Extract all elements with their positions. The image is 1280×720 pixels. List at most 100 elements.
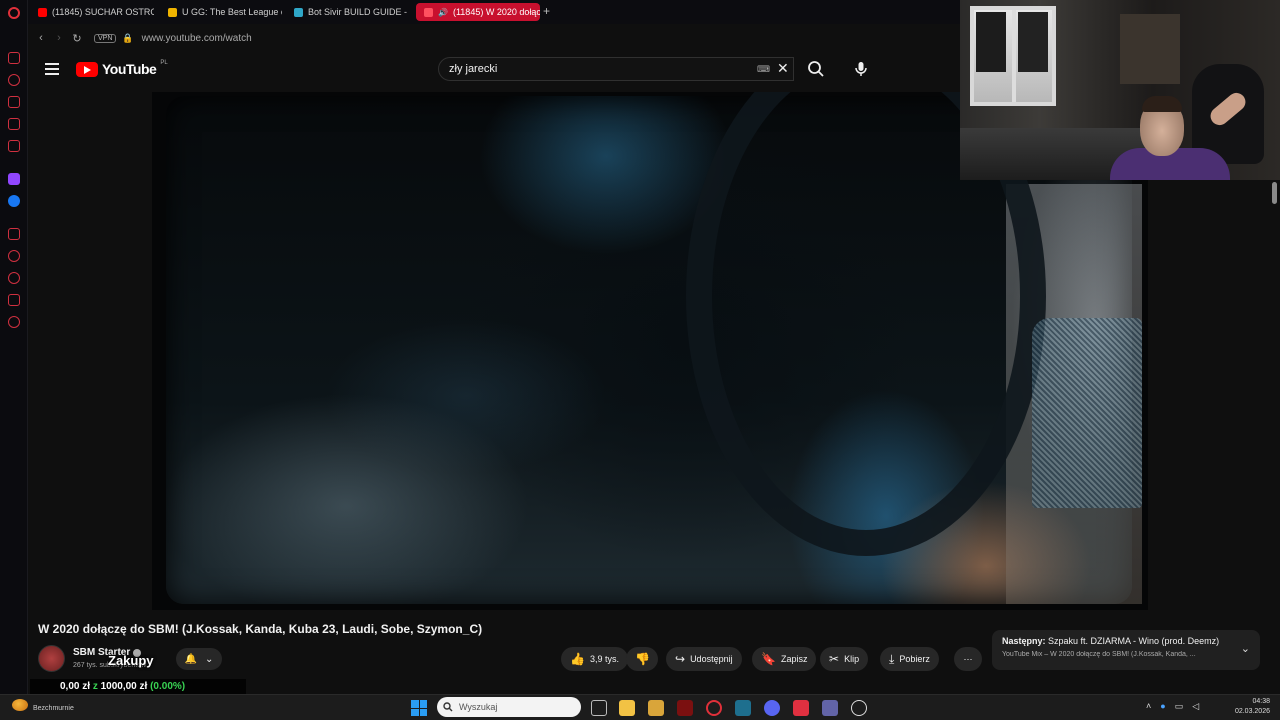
more-actions-button[interactable]: ⋯ — [954, 647, 982, 671]
menu-icon[interactable] — [45, 63, 59, 75]
donation-goal-bar: 0,00 zł z 1000,00 zł (0.00%) — [30, 679, 246, 695]
opera-taskbar-icon[interactable] — [706, 700, 722, 716]
speed-dial-icon[interactable] — [8, 52, 20, 64]
region-code: PL — [160, 60, 168, 66]
browser-sidebar — [0, 0, 28, 694]
forward-icon[interactable]: › — [50, 32, 68, 44]
history-icon[interactable] — [8, 74, 20, 86]
speaker-icon[interactable]: 🔊 — [438, 8, 448, 17]
clip-button[interactable]: ✂ Klip — [820, 647, 869, 671]
search-query: zły jarecki — [449, 63, 498, 75]
tab-label: (11845) W 2020 dołączę — [452, 7, 540, 17]
webcam-window-pane — [1018, 12, 1048, 72]
clock-date: 02.03.2026 — [1234, 708, 1270, 715]
video-title: W 2020 dołączę do SBM! (J.Kossak, Kanda,… — [38, 622, 483, 636]
donation-goal: 1000,00 zł — [100, 681, 148, 692]
volume-icon[interactable]: ◁ — [1192, 701, 1199, 712]
page-scrollbar[interactable] — [1272, 182, 1277, 204]
share-button[interactable]: ↪ Udostępnij — [666, 647, 742, 671]
stream-overlay-label: Zakupy — [108, 653, 154, 668]
reload-icon[interactable]: ↻ — [68, 32, 86, 45]
tab-label: (11845) SUCHAR OSTRO C — [52, 7, 154, 17]
start-button[interactable] — [411, 700, 427, 716]
messenger-icon[interactable] — [8, 195, 20, 207]
dislike-button[interactable]: 👎 — [626, 647, 658, 671]
tab-sivir-guide[interactable]: Bot Sivir BUILD GUIDE - R — [286, 3, 408, 21]
url-field[interactable]: www.youtube.com/watch — [142, 33, 252, 44]
file-explorer-icon[interactable] — [619, 700, 635, 716]
back-icon[interactable]: ‹ — [32, 32, 50, 44]
clear-search-icon[interactable]: ✕ — [777, 60, 789, 77]
clock-time: 04:38 — [1252, 698, 1270, 705]
search-button[interactable] — [804, 57, 828, 81]
tab-label: U GG: The Best League o — [182, 7, 282, 17]
share-icon: ↪ — [675, 652, 686, 666]
notepad-icon[interactable] — [648, 700, 664, 716]
image-app-icon[interactable] — [735, 700, 751, 716]
taskbar-clock[interactable]: 04:38 02.03.2026 — [1226, 697, 1270, 717]
pinboard-icon[interactable] — [8, 272, 20, 284]
taskbar-search-input[interactable]: Wyszukaj — [437, 697, 581, 717]
like-button[interactable]: 👍 3,9 tys. — [561, 647, 628, 671]
webcam-window-pane — [976, 12, 1006, 72]
task-view-icon[interactable] — [591, 700, 607, 716]
youtube-wordmark: YouTube — [102, 61, 157, 77]
chevron-up-icon[interactable]: ˄ — [1146, 701, 1151, 712]
tab-suchar[interactable]: (11845) SUCHAR OSTRO C — [30, 3, 154, 21]
settings-icon[interactable] — [8, 316, 20, 328]
microphone-icon — [855, 62, 867, 76]
next-label: Następny: — [1002, 636, 1046, 646]
valorant-icon[interactable] — [793, 700, 809, 716]
search-input[interactable]: zły jarecki — [438, 57, 794, 81]
weather-icon[interactable] — [12, 699, 28, 711]
microphone-tray-icon[interactable]: ● — [1160, 701, 1165, 712]
scissors-icon: ✂ — [829, 652, 840, 666]
webcam-person-hair — [1142, 96, 1182, 112]
opera-logo-icon[interactable] — [8, 7, 20, 19]
apps-icon[interactable] — [8, 228, 20, 240]
lock-icon[interactable]: 🔒 — [122, 33, 133, 44]
taskbar-search-placeholder: Wyszukaj — [459, 702, 498, 712]
bell-icon: 🔔 — [184, 653, 198, 665]
youtube-play-icon — [76, 61, 98, 77]
teams-icon[interactable] — [822, 700, 838, 716]
system-tray: ˄ ● ▭ ◁ — [1146, 701, 1199, 712]
mail-icon[interactable] — [8, 140, 20, 152]
youtube-logo[interactable]: YouTube PL — [76, 60, 168, 77]
search-icon — [443, 702, 453, 712]
heart-icon[interactable] — [8, 250, 20, 262]
tab-strip: (11845) SUCHAR OSTRO C U GG: The Best Le… — [28, 0, 960, 24]
address-bar: ‹ › ↻ VPN 🔒 www.youtube.com/watch — [28, 26, 960, 50]
twitch-icon[interactable] — [8, 173, 20, 185]
next-title: Szpaku ft. DZIARMA - Wino (prod. Deemz) — [1048, 636, 1220, 646]
bookmarks-icon[interactable] — [8, 118, 20, 130]
bookmark-icon: 🔖 — [761, 652, 776, 666]
voice-search-button[interactable] — [849, 57, 873, 81]
tab-sbm-video[interactable]: 🔊 (11845) W 2020 dołączę — [416, 3, 540, 21]
keyboard-icon[interactable]: ⌨ — [757, 64, 770, 75]
youtube-favicon-icon — [38, 7, 47, 17]
chevron-down-icon: ⌄ — [205, 653, 214, 665]
tab-label: Bot Sivir BUILD GUIDE - R — [308, 7, 408, 17]
next-video-card[interactable]: Następny: Szpaku ft. DZIARMA - Wino (pro… — [992, 630, 1260, 670]
search-icon — [808, 61, 824, 77]
channel-avatar[interactable] — [38, 645, 65, 672]
weather-label[interactable]: Bezchmurnie — [33, 705, 74, 712]
discord-icon[interactable] — [764, 700, 780, 716]
game-app-icon[interactable] — [677, 700, 693, 716]
obs-icon[interactable] — [851, 700, 867, 716]
donation-percent: (0.00%) — [150, 681, 186, 692]
new-tab-button[interactable]: + — [543, 4, 550, 18]
notification-bell-button[interactable]: 🔔 ⌄ — [176, 648, 222, 670]
webcam-shelf — [1120, 14, 1180, 84]
vpn-badge[interactable]: VPN — [94, 33, 117, 43]
chevron-down-icon[interactable]: ⌄ — [1241, 642, 1250, 655]
network-icon[interactable]: ▭ — [1175, 701, 1184, 712]
wallet-icon[interactable] — [8, 96, 20, 108]
save-button[interactable]: 🔖 Zapisz — [752, 647, 817, 671]
share-label: Udostępnij — [690, 654, 733, 664]
download-button[interactable]: ⤓ Pobierz — [880, 647, 939, 671]
donation-of: z — [92, 681, 98, 692]
chat-icon[interactable] — [8, 294, 20, 306]
tab-ugg[interactable]: U GG: The Best League o — [160, 3, 282, 21]
